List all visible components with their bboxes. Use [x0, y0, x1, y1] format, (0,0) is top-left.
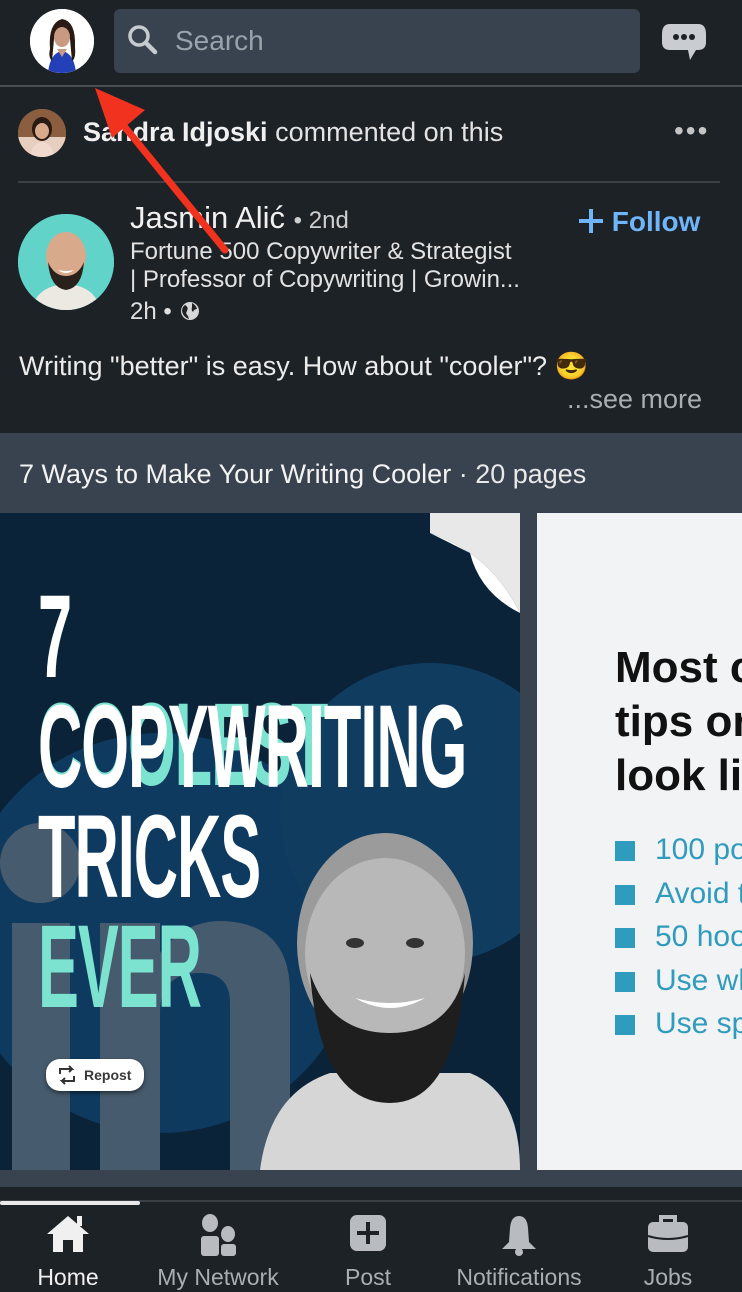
document-page-count: · 20 pages	[458, 459, 587, 489]
author-photo	[18, 214, 114, 310]
document-slide-1[interactable]: 7 COOLEST COPYWRITING TRICKS EVER Repost	[0, 513, 520, 1170]
nav-home[interactable]: Home	[0, 1202, 143, 1292]
document-title: 7 Ways to Make Your Writing Cooler · 20 …	[19, 459, 586, 490]
search-icon	[128, 25, 158, 55]
nav-my-network[interactable]: My Network	[143, 1202, 293, 1292]
bottom-navigation: Home My Network Post Notifications Jobs	[0, 1200, 742, 1292]
author-headline: Fortune 500 Copywriter & Strategist | Pr…	[130, 238, 550, 294]
repost-label: Repost	[84, 1067, 132, 1083]
slide-2-list-item: 100 po	[615, 833, 742, 877]
document-slide-2[interactable]: Most c tips or look lil 100 po Avoid t 5…	[537, 513, 742, 1170]
list-item-text: 50 hoo	[655, 920, 742, 953]
slide-2-heading-line: Most c	[615, 643, 742, 692]
post-meta: 2h •	[130, 298, 200, 326]
headline-line-1: Fortune 500 Copywriter & Strategist	[130, 238, 512, 265]
list-item-text: Use wh	[655, 963, 742, 997]
list-item-text: 100 po	[655, 833, 742, 866]
nav-label: Notifications	[456, 1264, 582, 1290]
profile-photo	[30, 9, 94, 73]
search-placeholder: Search	[175, 25, 264, 56]
post-text: Writing "better" is easy. How about "coo…	[19, 351, 589, 381]
nav-label: My Network	[157, 1264, 279, 1290]
commenter-name[interactable]: Sandra Idjoski	[83, 117, 268, 147]
nav-label: Home	[37, 1264, 99, 1290]
slide-2-list-item: Avoid t	[615, 877, 742, 921]
slide-2-heading: Most c tips or look lil	[615, 641, 742, 803]
bullet-square-icon	[615, 841, 635, 861]
briefcase-icon	[647, 1215, 689, 1252]
globe-icon	[181, 302, 200, 320]
document-carousel[interactable]: 7 COOLEST COPYWRITING TRICKS EVER Repost…	[0, 513, 742, 1187]
network-icon	[201, 1214, 236, 1256]
repost-icon	[59, 1065, 75, 1085]
home-icon	[47, 1216, 89, 1252]
context-action: commented on this	[275, 117, 504, 147]
follow-button[interactable]: Follow	[578, 206, 700, 238]
bullet-square-icon	[615, 928, 635, 948]
connection-degree: • 2nd	[293, 207, 349, 234]
author-name-text[interactable]: Jasmin Alić	[130, 200, 285, 235]
post-author: Jasmin Alić • 2nd Fortune 500 Copywriter…	[0, 190, 742, 335]
bullet-square-icon	[615, 971, 635, 992]
document-title-text: 7 Ways to Make Your Writing Cooler	[19, 459, 452, 489]
profile-avatar[interactable]	[30, 9, 94, 73]
commenter-photo	[18, 109, 66, 157]
list-item-text: Avoid t	[655, 876, 742, 910]
slide-2-list-item: 50 hoo	[615, 920, 742, 964]
see-more-link[interactable]: ...see more	[567, 384, 702, 415]
search-input[interactable]: Search	[114, 9, 640, 73]
plus-icon	[579, 209, 603, 233]
slide-title-line-4: EVER	[38, 901, 202, 1033]
divider	[18, 181, 720, 183]
slide-title-line-2: COPYWRITING	[38, 681, 467, 813]
slide-repost-badge: Repost	[46, 1059, 144, 1091]
post-time: 2h •	[130, 298, 172, 325]
post-icon	[350, 1215, 386, 1251]
author-avatar[interactable]	[18, 214, 114, 310]
top-bar: Search	[0, 0, 742, 87]
slide-2-heading-line: look lil	[615, 751, 742, 800]
slide-2-list: 100 po Avoid t 50 hoo Use wh Use sp	[615, 833, 742, 1051]
social-context: Sandra Idjoski commented on this •••	[0, 87, 742, 182]
author-name[interactable]: Jasmin Alić • 2nd	[130, 200, 349, 236]
social-context-text: Sandra Idjoski commented on this	[83, 117, 503, 148]
slide-2-list-item: Use sp	[615, 1007, 742, 1051]
slide-title-line-3: TRICKS	[38, 791, 261, 923]
follow-label: Follow	[611, 206, 701, 237]
document-header[interactable]: 7 Ways to Make Your Writing Cooler · 20 …	[0, 433, 742, 513]
list-item-text: Use sp	[655, 1007, 742, 1040]
nav-jobs[interactable]: Jobs	[593, 1202, 742, 1292]
nav-label: Jobs	[643, 1264, 693, 1290]
slide-2-heading-line: tips or	[615, 697, 742, 746]
nav-label: Post	[344, 1264, 392, 1290]
bullet-square-icon	[615, 1015, 635, 1035]
nav-post[interactable]: Post	[293, 1202, 443, 1292]
bullet-square-icon	[615, 884, 635, 905]
nav-notifications[interactable]: Notifications	[444, 1202, 594, 1292]
more-options-icon[interactable]: •••	[674, 115, 709, 147]
bell-icon	[502, 1216, 536, 1256]
headline-line-2: | Professor of Copywriting | Growin...	[130, 266, 520, 293]
slide-2-list-item: Use wh	[615, 964, 742, 1008]
commenter-avatar[interactable]	[18, 109, 66, 157]
messaging-icon[interactable]	[660, 22, 708, 62]
